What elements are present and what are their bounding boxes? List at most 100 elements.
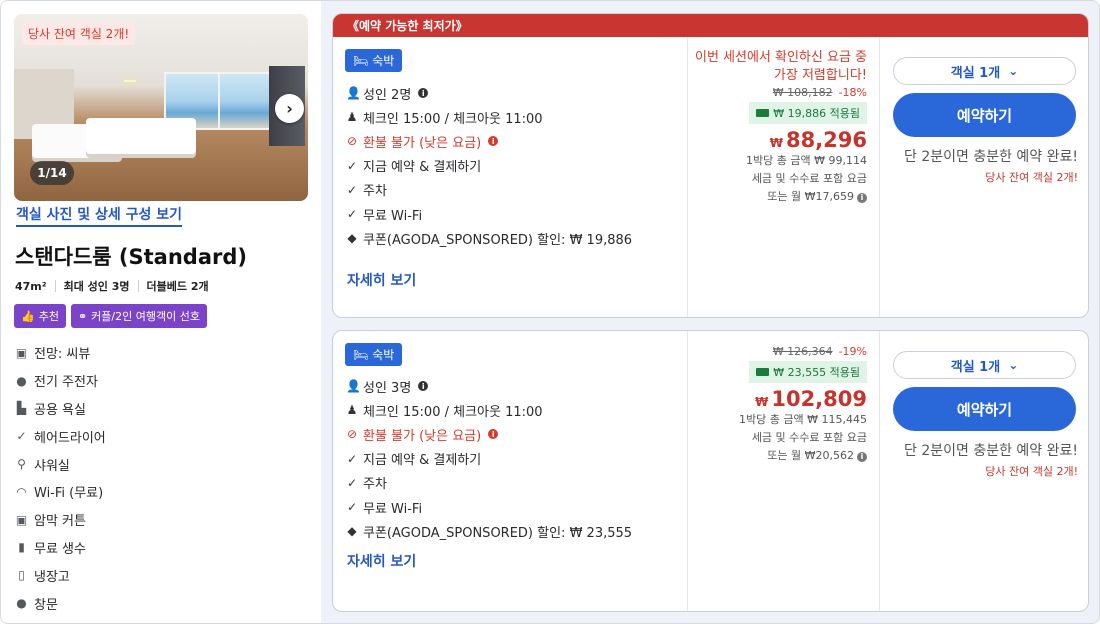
room-tags: 👍 추천 ⚭ 커플/2인 여행객이 선호 (14, 304, 207, 328)
stay-badge: 🛏 숙박 (345, 49, 403, 72)
urgency-sub-label: 당사 잔여 객실 2개! (985, 171, 1078, 184)
feature-label: 지금 예약 & 결제하기 (363, 453, 482, 469)
stay-badge-label: 숙박 (372, 348, 395, 362)
room-beds: 더블베드 2개 (146, 280, 209, 293)
wifi-icon: ◠ (16, 484, 27, 499)
amenity-item: ▣ 전망: 씨뷰 (15, 339, 106, 367)
details-link[interactable]: 자세히 보기 (347, 551, 416, 571)
book-button[interactable]: 예약하기 (893, 387, 1076, 431)
divider (54, 280, 56, 292)
info-icon[interactable]: i (418, 88, 429, 99)
room-title: 스탠다드룸 (Standard) (15, 245, 247, 269)
feature-list: 👤 성인 2명 i ♟ 체크인 15:00 / 체크아웃 11:00 ⊘ 환불 불가 (… (346, 81, 632, 250)
amenity-label: 헤어드라이어 (34, 430, 106, 446)
tag-couple: ⚭ 커플/2인 여행객이 선호 (70, 304, 207, 328)
offer-price: ₩ 126,364 -19% ₩ 23,555 적용됨 ₩102,809 1박당 … (687, 331, 879, 611)
amenity-label: 암막 커튼 (34, 514, 86, 530)
kettle-icon: ● (16, 373, 27, 388)
feature-label: 지금 예약 & 결제하기 (363, 160, 482, 176)
feature-item: ✓ 주차 (346, 471, 632, 495)
original-price-row: ₩ 108,182 -18% (746, 86, 867, 99)
quantity-label: 객실 1개 (950, 65, 1001, 81)
check-icon: ✓ (346, 475, 358, 490)
amenity-item: ⚲ 샤워실 (15, 450, 106, 478)
stay-badge-label: 숙박 (372, 54, 395, 68)
view-icon: ▣ (15, 345, 28, 360)
amenity-item: ● 전기 주전자 (15, 367, 106, 395)
no-refund-icon: ⊘ (346, 134, 358, 149)
next-photo-button[interactable]: › (275, 94, 304, 123)
currency-symbol: ₩ (769, 136, 783, 150)
feature-label: 환불 불가 (낮은 요금) (363, 135, 482, 151)
monthly-payment: 또는 월 ₩20,562 i (739, 447, 867, 465)
amenity-item: ▣ 암막 커튼 (15, 506, 106, 534)
feature-checkin: ♟ 체크인 15:00 / 체크아웃 11:00 (346, 105, 632, 129)
info-icon[interactable]: i (418, 381, 429, 392)
feature-refund: ⊘ 환불 불가 (낮은 요금) i (346, 422, 632, 446)
info-icon[interactable]: i (488, 136, 499, 147)
person-icon: 👤 (346, 86, 361, 101)
no-refund-icon: ⊘ (346, 427, 358, 442)
coupon-icon: ◆ (347, 524, 357, 539)
details-link[interactable]: 자세히 보기 (347, 270, 416, 290)
feature-label: 성인 2명 (363, 87, 412, 103)
fridge-icon: ▯ (18, 568, 25, 583)
coupon-applied-badge: ₩ 23,555 적용됨 (749, 361, 867, 383)
amenity-label: 냉장고 (34, 569, 70, 585)
price-value: 102,809 (771, 387, 867, 411)
total-per-night: 1박당 총 금액 ₩ 115,445 (739, 413, 867, 426)
discount-percent: -19% (838, 345, 867, 358)
check-icon: ✓ (346, 182, 358, 197)
room-quantity-select[interactable]: 객실 1개 ⌄ (893, 351, 1076, 379)
check-icon: ✓ (346, 500, 358, 515)
coupon-applied-label: ₩ 19,886 적용됨 (773, 107, 860, 120)
chevron-down-icon: ⌄ (1008, 358, 1019, 372)
monthly-label: 또는 월 ₩20,562 (767, 449, 854, 462)
feature-item: ✓ 지금 예약 & 결제하기 (346, 447, 632, 471)
info-icon[interactable]: i (857, 193, 867, 203)
feature-occupancy: 👤 성인 3명 i (346, 374, 632, 398)
feature-coupon: ◆ 쿠폰(AGODA_SPONSORED) 할인: ₩ 23,555 (346, 519, 632, 543)
room-info-column: 당사 잔여 객실 2개! › 1/14 객실 사진 및 상세 구성 보기 스탠다… (1, 1, 321, 623)
quantity-label: 객실 1개 (950, 359, 1001, 375)
bed-icon: 🛏 (353, 347, 369, 362)
gallery-link[interactable]: 객실 사진 및 상세 구성 보기 (16, 204, 183, 227)
feature-label: 무료 Wi-Fi (363, 208, 423, 224)
amenity-label: 전망: 씨뷰 (34, 347, 91, 363)
feature-label: 쿠폰(AGODA_SPONSORED) 할인: ₩ 19,886 (363, 232, 633, 248)
amenity-item: ● 창문 (15, 589, 106, 617)
chevron-right-icon: › (286, 99, 293, 118)
book-button[interactable]: 예약하기 (893, 93, 1076, 137)
info-icon[interactable]: i (488, 429, 499, 440)
info-icon[interactable]: i (857, 452, 867, 462)
discount-percent: -18% (838, 86, 867, 99)
water-bottle-icon: ▮ (18, 540, 25, 555)
total-per-night: 1박당 총 금액 ₩ 99,114 (746, 154, 867, 167)
offer-card: 《예약 가능한 최저가》 🛏 숙박 👤 성인 2명 i ♟ 체크인 15:00 / 체크… (332, 13, 1089, 318)
coupon-applied-label: ₩ 23,555 적용됨 (773, 366, 860, 379)
chevron-down-icon: ⌄ (1008, 64, 1019, 78)
original-price-row: ₩ 126,364 -19% (739, 345, 867, 358)
feature-label: 주차 (363, 184, 387, 200)
tag-label: 추천 (38, 310, 59, 323)
amenity-label: Wi-Fi (무료) (34, 486, 104, 502)
price-block: ₩ 126,364 -19% ₩ 23,555 적용됨 ₩102,809 1박당 … (739, 345, 867, 465)
feature-label: 성인 3명 (363, 380, 412, 396)
coupon-applied-badge: ₩ 19,886 적용됨 (749, 102, 867, 124)
room-size: 47m² (15, 279, 47, 293)
remaining-rooms-badge: 당사 잔여 객실 2개! (22, 22, 136, 45)
curtain-icon: ▣ (15, 512, 28, 527)
tag-label: 커플/2인 여행객이 선호 (91, 310, 200, 323)
original-price: ₩ 126,364 (772, 345, 833, 358)
feature-label: 주차 (363, 477, 387, 493)
tag-recommended: 👍 추천 (14, 304, 66, 328)
ticket-icon (756, 109, 770, 117)
room-quantity-select[interactable]: 객실 1개 ⌄ (893, 57, 1076, 85)
feature-item: ✓ 지금 예약 & 결제하기 (346, 154, 632, 178)
check-icon: ✓ (16, 429, 27, 444)
checkin-icon: ♟ (346, 110, 358, 125)
thumbs-up-icon: 👍 (21, 309, 35, 323)
room-offer-panel: 당사 잔여 객실 2개! › 1/14 객실 사진 및 상세 구성 보기 스탠다… (0, 0, 1100, 624)
session-note: 이번 세션에서 확인하신 요금 중 가장 저렴합니다! (694, 50, 867, 83)
offers-column: 《예약 가능한 최저가》 🛏 숙박 👤 성인 2명 i ♟ 체크인 15:00 / 체크… (321, 1, 1099, 623)
